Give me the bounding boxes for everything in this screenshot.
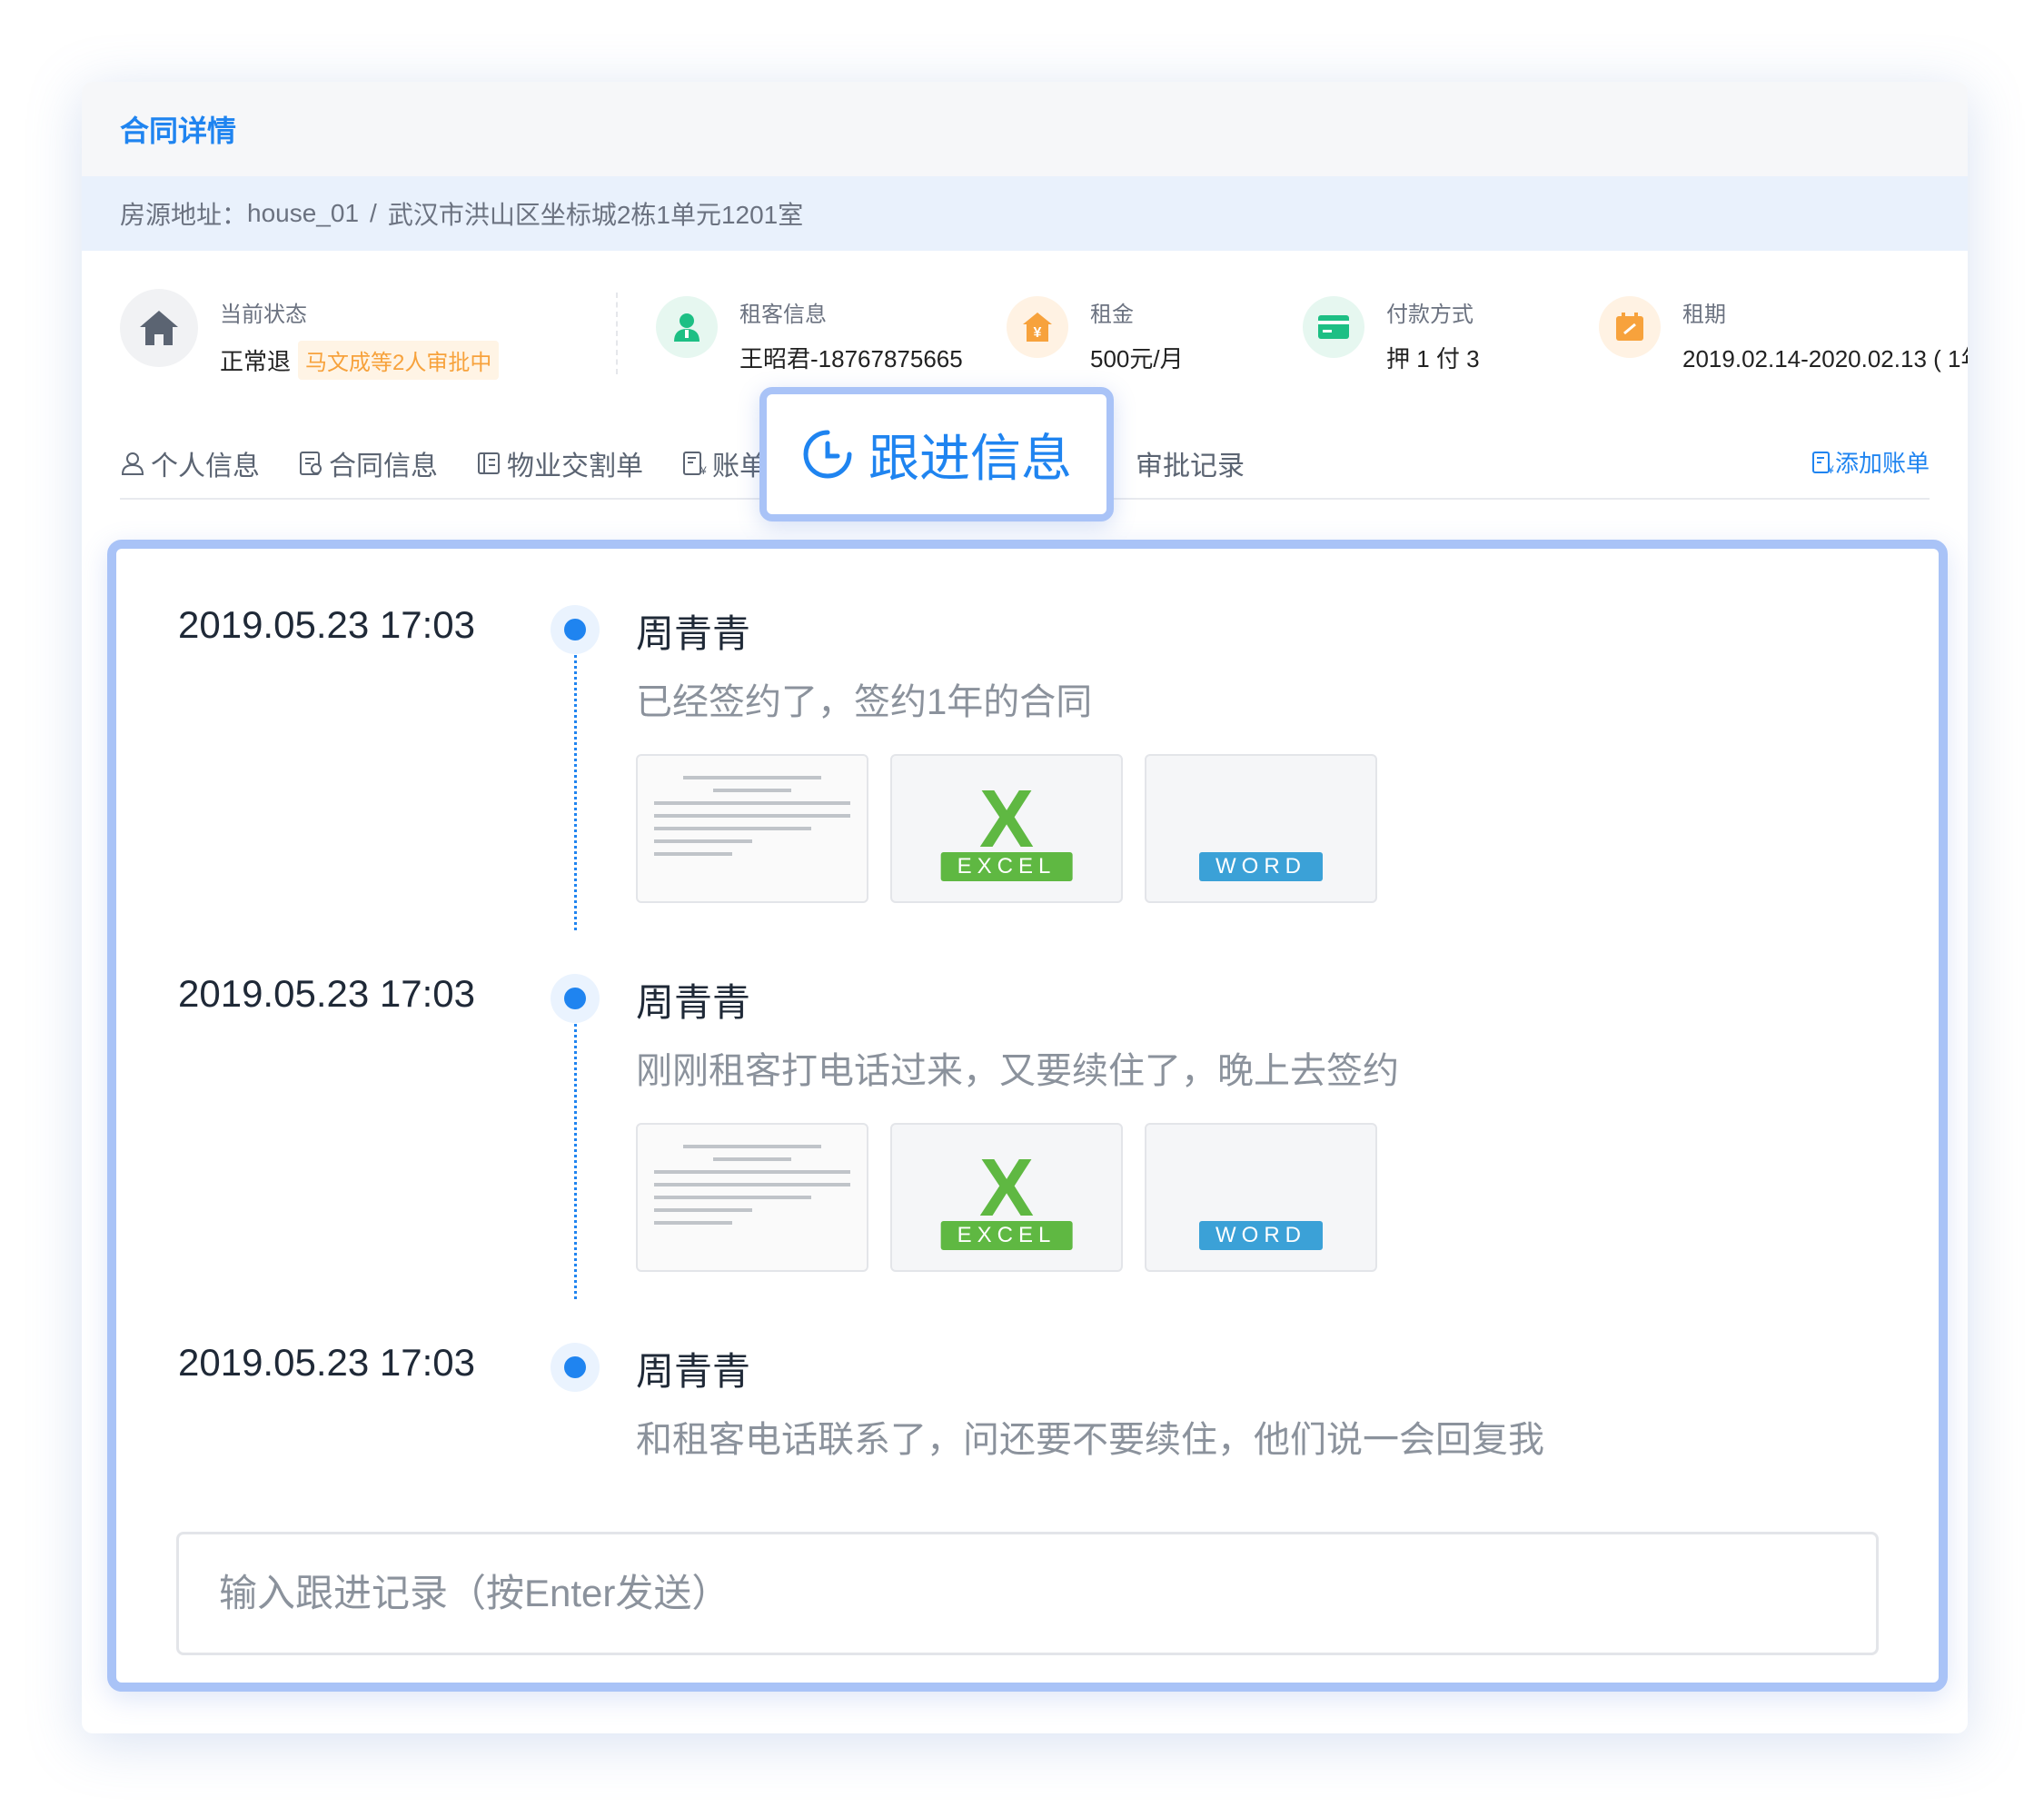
term-label: 租期	[1682, 303, 1726, 327]
doc-attachment[interactable]	[636, 754, 868, 903]
calendar-icon	[1599, 296, 1661, 358]
person-outline-icon	[121, 452, 144, 475]
payment-label: 付款方式	[1386, 303, 1473, 327]
tab-followup-label: 跟进信息	[868, 429, 1072, 487]
followup-input-box	[176, 1532, 1879, 1655]
timeline-line	[574, 649, 577, 930]
entry-author: 周青青	[636, 1350, 751, 1393]
excel-icon: X	[978, 1143, 1035, 1234]
tab-property-label: 物业交割单	[507, 452, 643, 482]
entry-time: 2019.05.23 17:03	[178, 972, 475, 1015]
tab-bill[interactable]: ¥ 账单	[681, 443, 767, 483]
entry-desc: 和租客电话联系了，问还要不要续住，他们说一会回复我	[636, 1420, 1544, 1460]
info-status: 当前状态 正常退 马文成等2人审批中	[120, 289, 500, 380]
tab-contract[interactable]: 合同信息	[298, 443, 438, 483]
info-divider	[616, 293, 618, 374]
status-value: 正常退	[220, 348, 292, 375]
entry-desc: 已经签约了，签约1年的合同	[636, 682, 1093, 722]
timeline-dot	[551, 1343, 600, 1392]
bill-icon: ¥	[683, 452, 707, 476]
word-attachment[interactable]: WORD	[1145, 754, 1377, 903]
status-badge[interactable]: 马文成等2人审批中	[298, 341, 500, 380]
term-value: 2019.02.14-2020.02.13 ( 1年 )	[1682, 345, 1968, 372]
excel-attachment[interactable]: X EXCEL	[890, 754, 1123, 903]
info-row: 当前状态 正常退 马文成等2人审批中 租客信息 王昭君-18767875665 ¥	[120, 289, 1968, 380]
info-term: 租期 2019.02.14-2020.02.13 ( 1年 )	[1599, 289, 1968, 374]
tab-personal[interactable]: 个人信息	[120, 443, 260, 483]
tab-personal-label: 个人信息	[151, 452, 260, 482]
tab-property[interactable]: 物业交割单	[476, 443, 643, 483]
tab-bill-label: 账单	[712, 452, 767, 482]
rent-value: 500元/月	[1090, 345, 1184, 372]
card-icon	[1303, 296, 1364, 358]
excel-icon: X	[978, 774, 1035, 865]
attachment-list: X EXCEL WORD	[636, 1123, 1399, 1272]
address-bar: 房源地址： house_01 / 武汉市洪山区坐标城2栋1单元1201室	[82, 176, 1968, 251]
tab-contract-label: 合同信息	[329, 452, 438, 482]
entry-time: 2019.05.23 17:03	[178, 1341, 475, 1384]
tab-approval[interactable]: 审批记录	[1119, 443, 1245, 483]
address-code: house_01	[247, 199, 360, 227]
followup-panel: 2019.05.23 17:03 周青青 已经签约了，签约1年的合同 X EXC…	[107, 540, 1948, 1692]
timeline-dot	[551, 605, 600, 654]
tenant-value: 王昭君-18767875665	[739, 345, 963, 372]
card-header: 合同详情	[82, 82, 1968, 176]
info-tenant: 租客信息 王昭君-18767875665	[656, 289, 963, 374]
status-label: 当前状态	[220, 303, 307, 327]
attachment-list: X EXCEL WORD	[636, 754, 1399, 903]
yen-house-icon: ¥	[1007, 296, 1068, 358]
word-tag: WORD	[1199, 852, 1323, 881]
word-attachment[interactable]: WORD	[1145, 1123, 1377, 1272]
add-bill-label: 添加账单	[1834, 450, 1930, 477]
clock-icon	[803, 430, 852, 479]
payment-value: 押 1 付 3	[1386, 345, 1480, 372]
address-label: 房源地址：	[120, 201, 248, 229]
svg-text:¥: ¥	[1827, 463, 1834, 474]
timeline-line	[574, 1018, 577, 1299]
timeline-dot	[551, 974, 600, 1023]
address-separator: /	[370, 199, 377, 227]
person-icon	[656, 296, 718, 358]
add-bill-icon: ¥	[1811, 451, 1834, 474]
contract-icon	[300, 452, 322, 475]
tenant-label: 租客信息	[739, 303, 827, 327]
excel-tag: EXCEL	[940, 1221, 1073, 1250]
page-title: 合同详情	[120, 114, 237, 147]
entry-desc: 刚刚租客打电话过来，又要续住了，晚上去签约	[636, 1051, 1399, 1091]
followup-input[interactable]	[219, 1572, 1876, 1615]
info-rent: ¥ 租金 500元/月	[1007, 289, 1184, 374]
excel-tag: EXCEL	[940, 852, 1073, 881]
entry-author: 周青青	[636, 612, 751, 655]
add-bill-button[interactable]: ¥ 添加账单	[1811, 445, 1930, 479]
entry-author: 周青青	[636, 981, 751, 1024]
doc-attachment[interactable]	[636, 1123, 868, 1272]
svg-text:¥: ¥	[700, 464, 707, 476]
rent-label: 租金	[1090, 303, 1134, 327]
svg-text:¥: ¥	[1034, 325, 1042, 341]
entry-time: 2019.05.23 17:03	[178, 603, 475, 646]
tab-followup-active[interactable]: 跟进信息	[759, 387, 1114, 521]
word-tag: WORD	[1199, 1221, 1323, 1250]
property-icon	[478, 452, 500, 474]
info-payment: 付款方式 押 1 付 3	[1303, 289, 1480, 374]
address-location: 武汉市洪山区坐标城2栋1单元1201室	[387, 201, 804, 229]
tab-approval-label: 审批记录	[1136, 452, 1245, 482]
home-icon	[120, 289, 198, 367]
excel-attachment[interactable]: X EXCEL	[890, 1123, 1123, 1272]
